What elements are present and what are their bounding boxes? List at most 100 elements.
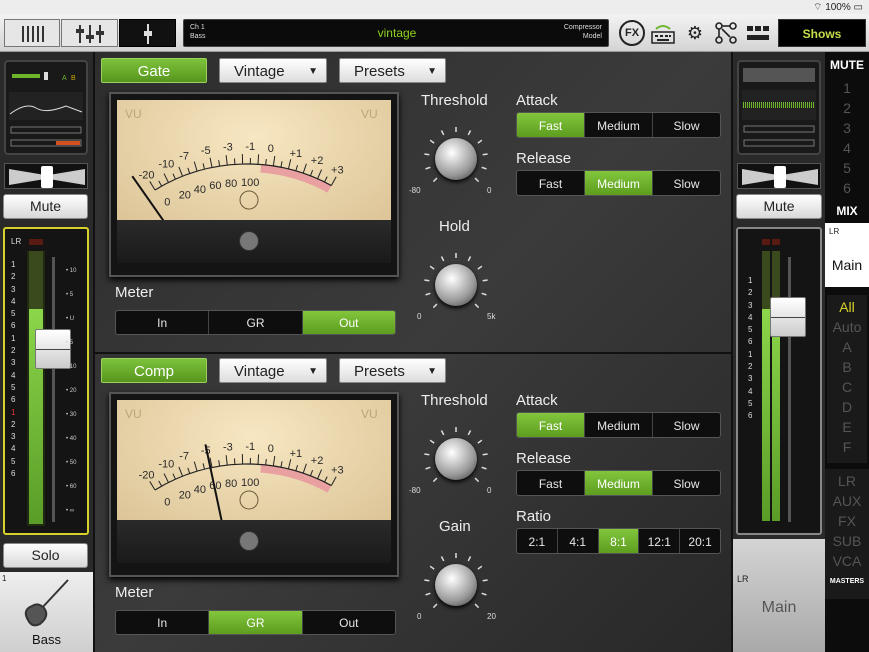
mixer-view-icon: [22, 26, 44, 42]
channel-label-area[interactable]: 1 Bass: [0, 572, 93, 652]
mix-selector-panel: MUTE 1 2 3 4 5 6 MIX LR Main All Auto A B C D E F LR…: [825, 52, 869, 652]
gate-attack-option-medium[interactable]: Medium: [585, 113, 653, 137]
comp-ratio-option-81[interactable]: 8:1: [598, 529, 640, 553]
master-fader-handle[interactable]: [770, 297, 806, 337]
comp-ratio-selector[interactable]: 2:1 4:1 8:1 12:1 20:1: [516, 528, 721, 554]
gate-release-option-fast[interactable]: Fast: [517, 171, 585, 195]
gate-meter-option-out[interactable]: Out: [302, 311, 395, 334]
lr-label: LR: [11, 237, 22, 246]
mute-group-2[interactable]: 2: [825, 100, 869, 116]
comp-release-option-fast[interactable]: Fast: [517, 471, 585, 495]
mute-button[interactable]: Mute: [3, 194, 88, 219]
master-label-area[interactable]: LR Main: [733, 539, 825, 652]
comp-release-option-slow[interactable]: Slow: [653, 471, 720, 495]
master-filter-vca[interactable]: VCA: [825, 553, 869, 569]
keyboard-icon[interactable]: [650, 20, 676, 46]
channel-fader-area[interactable]: LR 123456123456123456 • 10 • 5 • U • 5 • 10 •…: [3, 227, 89, 535]
master-filter-fx[interactable]: FX: [825, 513, 869, 529]
mix-filter-a[interactable]: A: [825, 339, 869, 355]
mix-filter-all[interactable]: All: [825, 299, 869, 315]
gate-hold-knob[interactable]: 0 5k: [417, 250, 495, 321]
svg-text:-7: -7: [179, 451, 189, 463]
svg-text:A: A: [62, 75, 67, 82]
comp-attack-option-medium[interactable]: Medium: [585, 413, 653, 437]
master-fader-area[interactable]: 123456123456: [736, 227, 822, 535]
gate-attack-option-slow[interactable]: Slow: [653, 113, 720, 137]
gate-toggle-button[interactable]: Gate: [101, 58, 207, 83]
comp-meter-option-in[interactable]: In: [116, 611, 210, 634]
routing-icon[interactable]: [713, 20, 739, 46]
mixer-view-button[interactable]: [4, 19, 60, 47]
mute-group-6[interactable]: 6: [825, 180, 869, 196]
channel-view-button[interactable]: [61, 19, 118, 47]
gate-release-option-medium[interactable]: Medium: [585, 171, 653, 195]
comp-ratio-option-201[interactable]: 20:1: [680, 529, 720, 553]
comp-meter-option-out[interactable]: Out: [303, 611, 395, 634]
comp-ratio-option-121[interactable]: 12:1: [639, 529, 681, 553]
gate-release-selector[interactable]: Fast Medium Slow: [516, 170, 721, 196]
master-overview[interactable]: [737, 60, 821, 155]
mix-filter-f[interactable]: F: [825, 439, 869, 455]
svg-text:-20: -20: [139, 469, 155, 481]
svg-text:+2: +2: [311, 455, 324, 467]
master-pan-control[interactable]: [737, 163, 821, 189]
gate-meter-option-gr[interactable]: GR: [209, 311, 303, 334]
pan-control[interactable]: [4, 163, 88, 189]
gate-meter-selector[interactable]: In GR Out: [115, 310, 396, 335]
gate-attack-option-fast[interactable]: Fast: [517, 113, 585, 137]
gate-threshold-knob[interactable]: -80 0: [409, 124, 491, 195]
meter-scale-right: • 10 • 5 • U • 5 • 10 • 20 • 30 • 40 • 50 • 60 • ∞: [66, 268, 77, 514]
svg-text:-1: -1: [245, 141, 255, 153]
layout-icon[interactable]: [745, 20, 771, 46]
master-mute-button[interactable]: Mute: [736, 194, 822, 219]
mute-group-1[interactable]: 1: [825, 80, 869, 96]
channel-overview[interactable]: AB: [4, 60, 88, 155]
master-filter-lr[interactable]: LR: [825, 473, 869, 489]
mix-filter-list: All Auto A B C D E F: [827, 295, 867, 463]
mute-group-3[interactable]: 3: [825, 120, 869, 136]
mix-filter-b[interactable]: B: [825, 359, 869, 375]
comp-threshold-knob[interactable]: -80 0: [409, 424, 491, 495]
comp-ratio-option-21[interactable]: 2:1: [517, 529, 558, 553]
comp-attack-option-slow[interactable]: Slow: [653, 413, 720, 437]
mute-group-4[interactable]: 4: [825, 140, 869, 156]
master-filter-sub[interactable]: SUB: [825, 533, 869, 549]
comp-meter-option-gr[interactable]: GR: [209, 611, 303, 634]
gate-meter-option-in[interactable]: In: [116, 311, 210, 334]
svg-text:0: 0: [164, 197, 170, 209]
main-mix-card[interactable]: LR Main: [825, 223, 869, 287]
svg-text:-7: -7: [179, 151, 189, 163]
comp-gain-knob[interactable]: 0 20: [417, 550, 496, 621]
comp-release-option-medium[interactable]: Medium: [585, 471, 653, 495]
solo-button[interactable]: Solo: [3, 543, 88, 568]
comp-release-selector[interactable]: Fast Medium Slow: [516, 470, 721, 496]
bass-guitar-icon: [24, 579, 69, 627]
single-channel-view-button[interactable]: [119, 19, 176, 47]
mute-group-5[interactable]: 5: [825, 160, 869, 176]
mix-filter-d[interactable]: D: [825, 399, 869, 415]
master-filter-aux[interactable]: AUX: [825, 493, 869, 509]
gear-icon[interactable]: ⚙: [682, 20, 708, 46]
svg-text:100: 100: [241, 177, 259, 189]
master-meter-scale: 123456123456: [748, 276, 753, 421]
comp-presets-select[interactable]: Presets ▼: [339, 358, 446, 383]
gate-release-option-slow[interactable]: Slow: [653, 171, 720, 195]
gate-presets-select[interactable]: Presets ▼: [339, 58, 446, 83]
shows-button[interactable]: Shows: [778, 19, 866, 47]
mix-filter-auto[interactable]: Auto: [825, 319, 869, 335]
comp-meter-selector[interactable]: In GR Out: [115, 610, 396, 635]
mix-filter-c[interactable]: C: [825, 379, 869, 395]
gate-model-select[interactable]: Vintage ▼: [219, 58, 327, 83]
comp-toggle-button[interactable]: Comp: [101, 358, 207, 383]
channel-display[interactable]: Ch 1 Bass vintage Compressor Model: [183, 19, 609, 47]
svg-text:-5: -5: [201, 145, 211, 157]
gate-attack-selector[interactable]: Fast Medium Slow: [516, 112, 721, 138]
fx-button[interactable]: FX: [619, 20, 645, 46]
comp-model-select[interactable]: Vintage ▼: [219, 358, 327, 383]
comp-attack-selector[interactable]: Fast Medium Slow: [516, 412, 721, 438]
mix-filter-e[interactable]: E: [825, 419, 869, 435]
comp-ratio-option-41[interactable]: 4:1: [558, 529, 599, 553]
comp-attack-option-fast[interactable]: Fast: [517, 413, 585, 437]
dynamics-plugin: Gate Vintage ▼ Presets ▼ VU VU -20 -10 -7 -5 -3-…: [93, 52, 733, 652]
channel-name-label: Bass: [32, 632, 61, 647]
